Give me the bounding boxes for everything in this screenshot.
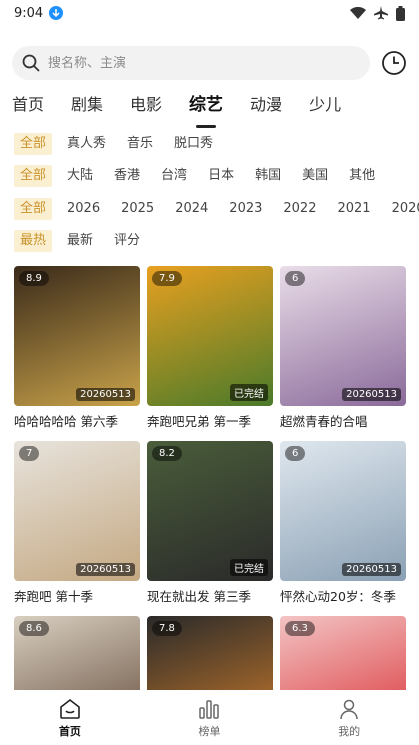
status-left: 9:04 <box>14 5 64 21</box>
filter-region-hongkong[interactable]: 香港 <box>108 165 146 187</box>
status-time: 9:04 <box>14 5 44 21</box>
update-tag: 已完结 <box>230 384 268 401</box>
wifi-icon <box>350 6 366 19</box>
sort-newest[interactable]: 最新 <box>61 230 99 252</box>
rating-badge: 6.3 <box>285 621 315 636</box>
poster-image: 7.9 已完结 <box>147 266 273 406</box>
show-title: 奔跑吧兄弟 第一季 <box>147 414 251 429</box>
show-card[interactable]: 8.9 20260513 哈哈哈哈哈 第六季 <box>14 266 140 430</box>
rating-badge: 6 <box>285 271 306 286</box>
home-icon <box>60 698 80 719</box>
tab-kids[interactable]: 少儿 <box>309 94 341 122</box>
rating-badge: 6 <box>285 446 306 461</box>
download-icon <box>49 6 64 20</box>
show-card[interactable]: 8.6 <box>14 616 140 690</box>
filter-region-usa[interactable]: 美国 <box>296 165 334 187</box>
show-card[interactable]: 6 20260513 超燃青春的合唱 <box>280 266 406 430</box>
show-card[interactable]: 8.2 已完结 现在就出发 第三季 <box>147 441 273 605</box>
filter-year-row: 全部 2026 2025 2024 2023 2022 2021 2020 <box>14 198 419 220</box>
update-tag: 已完结 <box>230 559 268 576</box>
nav-profile-label: 我的 <box>338 724 361 738</box>
battery-icon <box>396 5 405 21</box>
show-card[interactable]: 6 20260513 怦然心动20岁：冬季 <box>280 441 406 605</box>
nav-home-label: 首页 <box>58 724 81 738</box>
airplane-icon <box>374 6 388 20</box>
poster-image: 6 20260513 <box>280 266 406 406</box>
rating-badge: 7 <box>19 446 40 461</box>
tab-movies[interactable]: 电影 <box>130 94 162 122</box>
history-clock-icon[interactable] <box>381 50 407 76</box>
show-title: 现在就出发 第三季 <box>147 589 251 604</box>
filter-type-all[interactable]: 全部 <box>14 133 53 155</box>
sort-hottest[interactable]: 最热 <box>14 230 53 252</box>
poster-grid: 8.9 20260513 哈哈哈哈哈 第六季 7.9 已完结 奔跑吧兄弟 第一季… <box>14 266 406 690</box>
poster-image: 7.8 <box>147 616 273 690</box>
filter-type-row: 全部 真人秀 音乐 脱口秀 <box>14 133 228 155</box>
show-title: 怦然心动20岁：冬季 <box>280 589 396 604</box>
show-card[interactable]: 7 20260513 奔跑吧 第十季 <box>14 441 140 605</box>
filter-year-2020[interactable]: 2020 <box>386 198 419 220</box>
category-tabs: 首页 剧集 电影 综艺 动漫 少儿 <box>12 94 368 128</box>
filter-year-2021[interactable]: 2021 <box>331 198 376 220</box>
filter-region-mainland[interactable]: 大陆 <box>61 165 99 187</box>
poster-image: 6 20260513 <box>280 441 406 581</box>
nav-profile[interactable]: 我的 <box>309 697 389 739</box>
update-tag: 20260513 <box>342 388 401 401</box>
filter-year-2025[interactable]: 2025 <box>115 198 160 220</box>
show-title: 奔跑吧 第十季 <box>14 589 93 604</box>
filter-year-2022[interactable]: 2022 <box>277 198 322 220</box>
filter-region-other[interactable]: 其他 <box>343 165 381 187</box>
filter-type-reality[interactable]: 真人秀 <box>61 133 112 155</box>
bottom-nav: 首页 榜单 我的 <box>0 690 419 745</box>
update-tag: 20260513 <box>76 388 135 401</box>
tab-variety[interactable]: 综艺 <box>189 94 223 128</box>
filter-region-japan[interactable]: 日本 <box>202 165 240 187</box>
show-title: 哈哈哈哈哈 第六季 <box>14 414 118 429</box>
filter-type-talk[interactable]: 脱口秀 <box>168 133 219 155</box>
nav-home[interactable]: 首页 <box>30 697 110 739</box>
filter-year-2026[interactable]: 2026 <box>61 198 106 220</box>
nav-ranking-label: 榜单 <box>198 724 221 738</box>
tab-home[interactable]: 首页 <box>12 94 44 122</box>
filter-region-taiwan[interactable]: 台湾 <box>155 165 193 187</box>
poster-image: 8.2 已完结 <box>147 441 273 581</box>
status-bar: 9:04 <box>0 0 419 26</box>
show-card[interactable]: 6.3 <box>280 616 406 690</box>
rating-badge: 7.8 <box>152 621 182 636</box>
search-icon <box>22 54 40 72</box>
filter-region-row: 全部 大陆 香港 台湾 日本 韩国 美国 其他 <box>14 165 390 187</box>
poster-image: 8.9 20260513 <box>14 266 140 406</box>
nav-ranking[interactable]: 榜单 <box>169 697 249 739</box>
show-card[interactable]: 7.8 <box>147 616 273 690</box>
filter-year-2024[interactable]: 2024 <box>169 198 214 220</box>
search-box[interactable] <box>12 46 370 80</box>
filter-year-all[interactable]: 全部 <box>14 198 53 220</box>
rating-badge: 7.9 <box>152 271 182 286</box>
filter-region-all[interactable]: 全部 <box>14 165 53 187</box>
sort-rating[interactable]: 评分 <box>108 230 146 252</box>
filter-year-2023[interactable]: 2023 <box>223 198 268 220</box>
show-card[interactable]: 7.9 已完结 奔跑吧兄弟 第一季 <box>147 266 273 430</box>
rating-badge: 8.9 <box>19 271 49 286</box>
show-title: 超燃青春的合唱 <box>280 414 368 429</box>
search-input[interactable] <box>48 55 348 71</box>
profile-icon <box>340 699 358 719</box>
tab-anime[interactable]: 动漫 <box>250 94 282 122</box>
tab-series[interactable]: 剧集 <box>71 94 103 122</box>
poster-image: 6.3 <box>280 616 406 690</box>
rating-badge: 8.6 <box>19 621 49 636</box>
chart-icon <box>199 699 220 719</box>
update-tag: 20260513 <box>76 563 135 576</box>
poster-image: 7 20260513 <box>14 441 140 581</box>
filter-type-music[interactable]: 音乐 <box>121 133 159 155</box>
poster-image: 8.6 <box>14 616 140 690</box>
search-row <box>12 46 407 80</box>
filter-sort-row: 最热 最新 评分 <box>14 230 155 252</box>
update-tag: 20260513 <box>342 563 401 576</box>
status-right <box>350 5 405 21</box>
filter-region-korea[interactable]: 韩国 <box>249 165 287 187</box>
rating-badge: 8.2 <box>152 446 182 461</box>
